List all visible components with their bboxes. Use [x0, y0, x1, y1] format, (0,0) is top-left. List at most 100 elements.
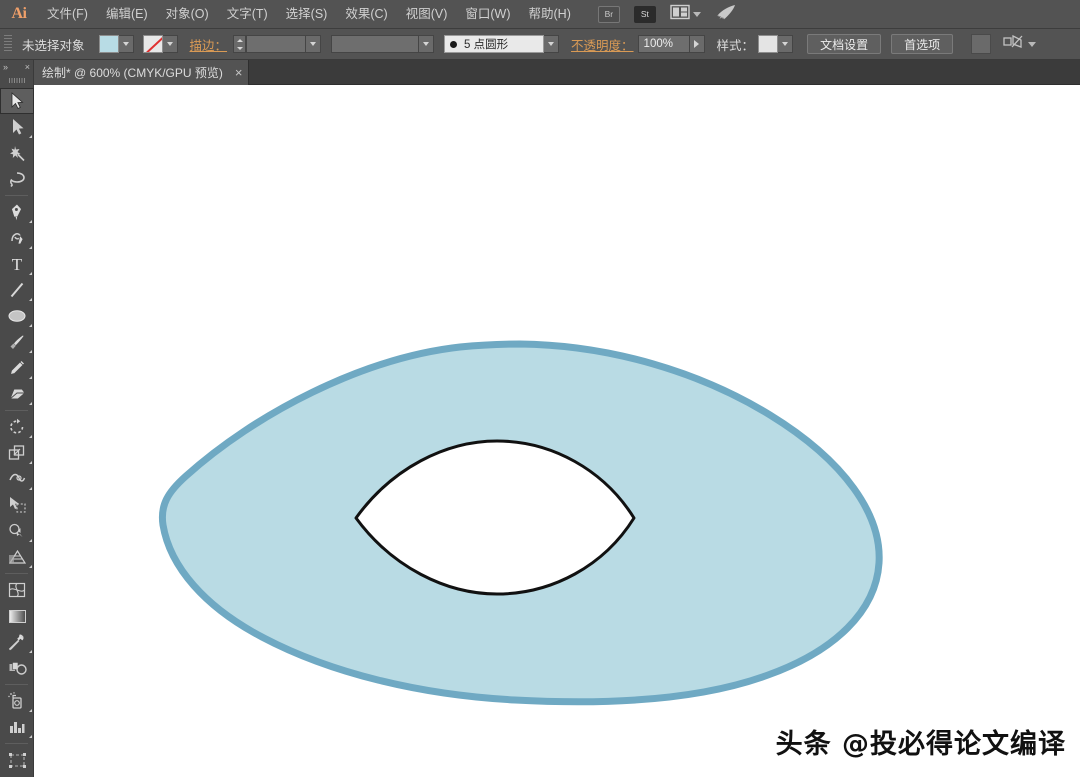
- flyout-triangle-icon: [29, 565, 32, 568]
- flyout-triangle-icon: [29, 435, 32, 438]
- menu-item-select[interactable]: 选择(S): [277, 0, 337, 29]
- flyout-triangle-icon: [29, 135, 32, 138]
- chevron-down-icon: [166, 42, 173, 46]
- align-objects-button[interactable]: [1003, 34, 1037, 55]
- opacity-flyout-button[interactable]: [689, 35, 705, 53]
- perspective-grid-tool[interactable]: [0, 544, 34, 570]
- free-transform-tool[interactable]: [0, 492, 34, 518]
- flyout-triangle-icon: [29, 246, 32, 249]
- graphic-style-swatch[interactable]: [758, 35, 779, 53]
- shape-builder-tool[interactable]: [0, 518, 34, 544]
- tools-collapse-icon[interactable]: »: [3, 62, 8, 72]
- chevron-up-icon: [236, 38, 243, 42]
- artboard-tool[interactable]: [0, 747, 34, 773]
- opacity-label[interactable]: 不透明度：: [571, 35, 634, 54]
- style-label: 样式：: [716, 38, 755, 53]
- eyedropper-tool[interactable]: [0, 629, 34, 655]
- width-tool[interactable]: [0, 466, 34, 492]
- chevron-down-icon: [1028, 41, 1037, 47]
- stroke-weight-label[interactable]: 描边：: [190, 35, 228, 54]
- type-tool[interactable]: T: [0, 251, 34, 277]
- stroke-weight-stepper[interactable]: [233, 35, 247, 53]
- symbol-sprayer-tool[interactable]: [0, 688, 34, 714]
- selection-status-label: 未选择对象: [22, 38, 85, 53]
- preferences-button[interactable]: 首选项: [891, 34, 954, 54]
- pencil-tool[interactable]: [0, 355, 34, 381]
- line-segment-tool[interactable]: [0, 277, 34, 303]
- chevron-down-icon: [310, 42, 317, 46]
- blend-tool[interactable]: [0, 655, 34, 681]
- menu-item-help[interactable]: 帮助(H): [520, 0, 580, 29]
- menu-item-window[interactable]: 窗口(W): [456, 0, 519, 29]
- tools-panel-header: » ×: [0, 60, 33, 74]
- variable-width-profile-dropdown[interactable]: [419, 35, 435, 53]
- stroke-swatch-none[interactable]: [142, 35, 163, 53]
- flyout-triangle-icon: [29, 735, 32, 738]
- selection-tool[interactable]: [0, 88, 34, 114]
- chevron-down-icon: [782, 42, 789, 46]
- arrange-documents-button[interactable]: [670, 4, 701, 25]
- illustrator-window: Ai 文件(F) 编辑(E) 对象(O) 文字(T) 选择(S) 效果(C) 视…: [0, 0, 1080, 777]
- tools-close-icon[interactable]: ×: [25, 62, 30, 72]
- stroke-weight-input[interactable]: [246, 35, 307, 53]
- curvature-tool[interactable]: [0, 225, 34, 251]
- artboard-canvas[interactable]: [34, 85, 1080, 777]
- eraser-tool[interactable]: [0, 381, 34, 407]
- column-graph-tool[interactable]: [0, 714, 34, 740]
- rocket-icon[interactable]: [715, 4, 737, 25]
- svg-text:T: T: [12, 255, 23, 273]
- menu-item-type[interactable]: 文字(T): [218, 0, 277, 29]
- brush-dot-icon: [450, 40, 458, 48]
- menu-item-file[interactable]: 文件(F): [38, 0, 97, 29]
- gradient-tool[interactable]: [0, 603, 34, 629]
- fill-swatch[interactable]: [98, 35, 119, 53]
- document-tab-bar: 绘制* @ 600% (CMYK/GPU 预览) ×: [0, 60, 1080, 85]
- tools-panel-grip[interactable]: [8, 75, 25, 85]
- menu-item-view[interactable]: 视图(V): [397, 0, 457, 29]
- control-bar-grip[interactable]: [4, 35, 12, 53]
- watermark-text: 头条 @投必得论文编译: [775, 729, 1066, 760]
- stock-icon[interactable]: St: [633, 5, 656, 23]
- chevron-down-icon: [692, 11, 701, 17]
- menu-item-effect[interactable]: 效果(C): [336, 0, 396, 29]
- scale-tool[interactable]: [0, 440, 34, 466]
- menu-item-edit[interactable]: 编辑(E): [97, 0, 157, 29]
- chevron-down-icon: [423, 42, 430, 46]
- chevron-down-icon: [236, 46, 243, 50]
- magic-wand-tool[interactable]: [0, 140, 34, 166]
- close-icon[interactable]: ×: [235, 66, 243, 79]
- slice-tool[interactable]: [0, 773, 34, 777]
- opacity-input[interactable]: 100%: [637, 35, 690, 53]
- control-bar: 未选择对象 描边： 5 点圆形 不透明度： 100% 样式： 文档设置 首选项: [0, 29, 1080, 60]
- flyout-triangle-icon: [29, 220, 32, 223]
- app-logo: Ai: [11, 5, 28, 22]
- flyout-triangle-icon: [29, 324, 32, 327]
- rotate-tool[interactable]: [0, 414, 34, 440]
- pen-tool[interactable]: [0, 199, 34, 225]
- menubar-right-group: Br St: [597, 4, 737, 25]
- fill-color-control[interactable]: [98, 35, 134, 53]
- control-bar-end-swatch[interactable]: [971, 34, 992, 54]
- flyout-triangle-icon: [29, 272, 32, 275]
- menu-item-object[interactable]: 对象(O): [157, 0, 218, 29]
- stroke-color-control[interactable]: [142, 35, 178, 53]
- lasso-tool[interactable]: [0, 166, 34, 192]
- mesh-tool[interactable]: [0, 577, 34, 603]
- variable-width-profile-input[interactable]: [331, 35, 420, 53]
- brush-definition-dropdown[interactable]: [544, 35, 560, 53]
- flyout-triangle-icon: [29, 298, 32, 301]
- fill-dropdown-button[interactable]: [118, 35, 134, 53]
- document-tab[interactable]: 绘制* @ 600% (CMYK/GPU 预览) ×: [30, 60, 250, 85]
- ellipse-tool[interactable]: [0, 303, 34, 329]
- stroke-weight-dropdown-button[interactable]: [306, 35, 322, 53]
- chevron-right-icon: [694, 40, 700, 48]
- direct-selection-tool[interactable]: [0, 114, 34, 140]
- document-setup-button[interactable]: 文档设置: [807, 34, 882, 54]
- brush-definition-input[interactable]: 5 点圆形: [444, 35, 545, 53]
- align-objects-icon: [1003, 34, 1023, 55]
- stroke-dropdown-button[interactable]: [162, 35, 178, 53]
- paintbrush-tool[interactable]: [0, 329, 34, 355]
- graphic-style-dropdown[interactable]: [778, 35, 794, 53]
- flyout-triangle-icon: [29, 461, 32, 464]
- bridge-icon[interactable]: Br: [597, 5, 620, 23]
